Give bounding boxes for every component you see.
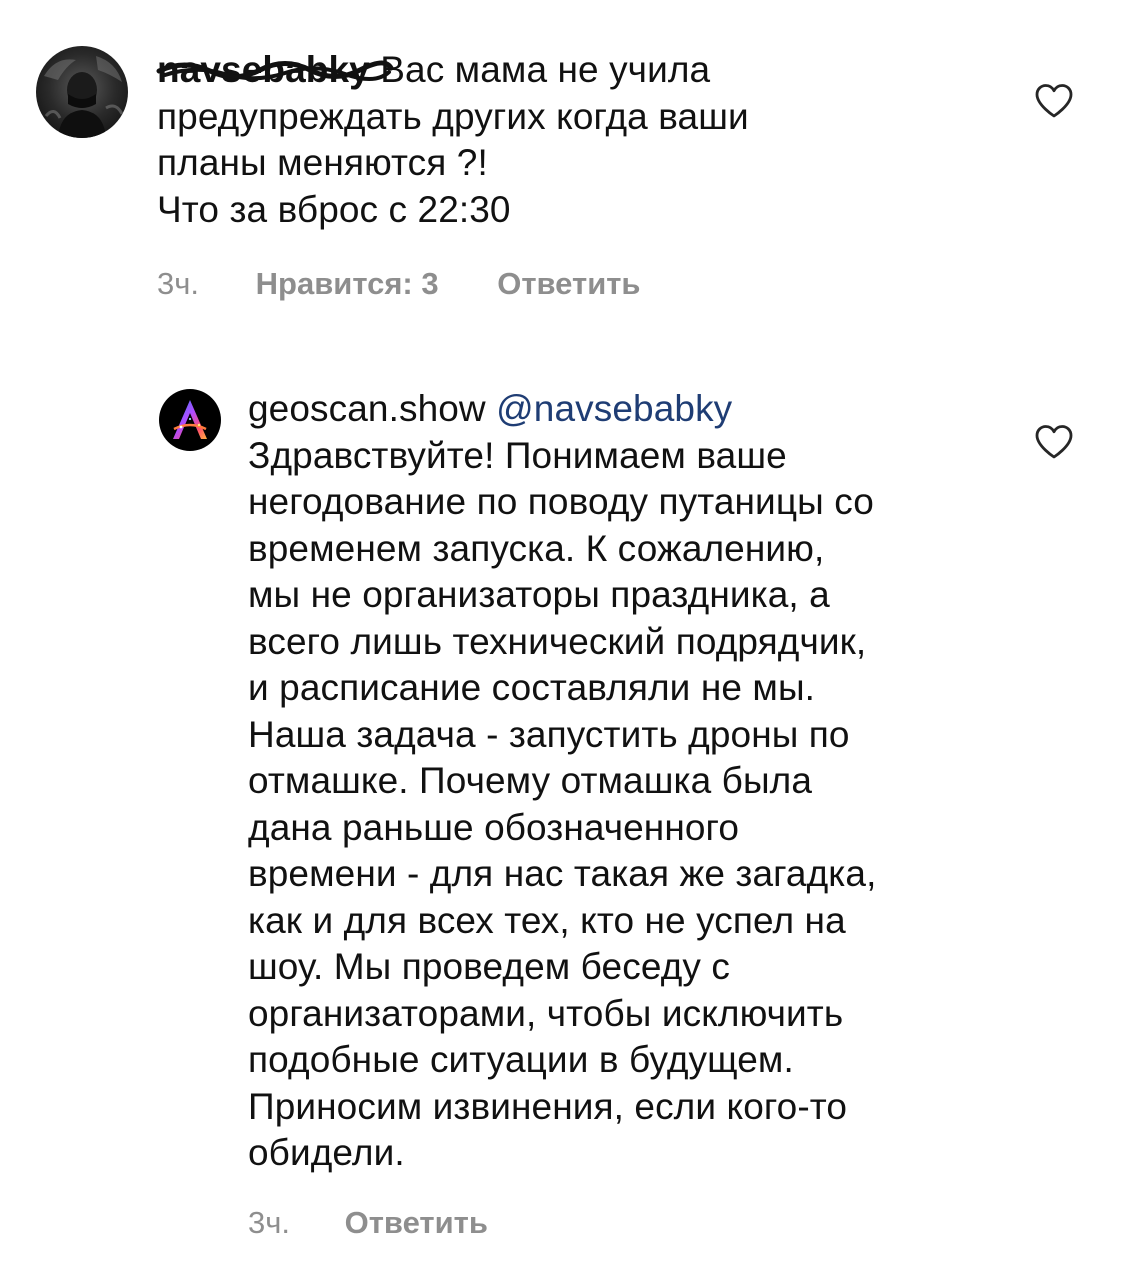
comment-line: всего лишь технический подрядчик, [248, 620, 867, 662]
likes-count-button[interactable]: Нравится: 3 [256, 266, 439, 302]
comment-line: Вас мама не учила [380, 49, 711, 90]
comment-line: временем запуска. К сожалению, [248, 527, 825, 569]
comment-line: и расписание составляли не мы. [248, 667, 816, 708]
geoscan-logo [159, 389, 221, 451]
comment-body: navsebabky Вас мама не учила предупрежда… [156, 47, 977, 233]
comment-line: отмашке. Почему отмашка была [248, 760, 813, 801]
comment-line: дана раньше обозначенного [248, 806, 740, 848]
comment-line: обидели. [248, 1132, 405, 1173]
comment-line: Что за вброс с 22:30 [157, 188, 511, 230]
comment-line: времени - для нас такая же загадка, [248, 853, 877, 894]
comment-line: негодование по поводу путаницы со [248, 481, 874, 522]
comment-line: планы меняются ?! [157, 142, 488, 183]
comment-body: geoscan.show @navsebabky Здравствуйте! П… [248, 386, 1008, 1177]
comment-meta: 3ч. Ответить [248, 1205, 488, 1241]
comment-username[interactable]: navsebabky [156, 47, 394, 94]
reply-button[interactable]: Ответить [345, 1205, 488, 1241]
comment-line: предупреждать других когда ваши [157, 95, 749, 137]
comment-line: подобные ситуации в будущем. [248, 1039, 794, 1080]
comment-time: 3ч. [157, 266, 200, 301]
mention-link[interactable]: @navsebabky [496, 388, 732, 429]
avatar[interactable] [159, 389, 221, 451]
reply-button[interactable]: Ответить [497, 266, 640, 302]
heart-outline-icon[interactable] [1034, 83, 1074, 119]
heart-outline-icon[interactable] [1034, 424, 1074, 460]
comment-meta: 3ч. Нравится: 3 Ответить [157, 266, 641, 302]
comment-line: Наша задача - запустить дроны по [248, 713, 850, 755]
comment-line: Приносим извинения, если кого-то [248, 1085, 848, 1127]
comment-line: организаторами, чтобы исключить [248, 992, 844, 1034]
comment-line: как и для всех тех, кто не успел на [248, 899, 846, 941]
user-photo [36, 46, 128, 138]
comment-username[interactable]: geoscan.show [248, 388, 486, 429]
comment-line: шоу. Мы проведем беседу с [248, 946, 730, 987]
comment-line: Здравствуйте! Понимаем ваше [248, 434, 787, 476]
comment-time: 3ч. [248, 1205, 291, 1240]
comment-line: мы не организаторы праздника, а [248, 574, 830, 615]
avatar[interactable] [36, 46, 128, 138]
